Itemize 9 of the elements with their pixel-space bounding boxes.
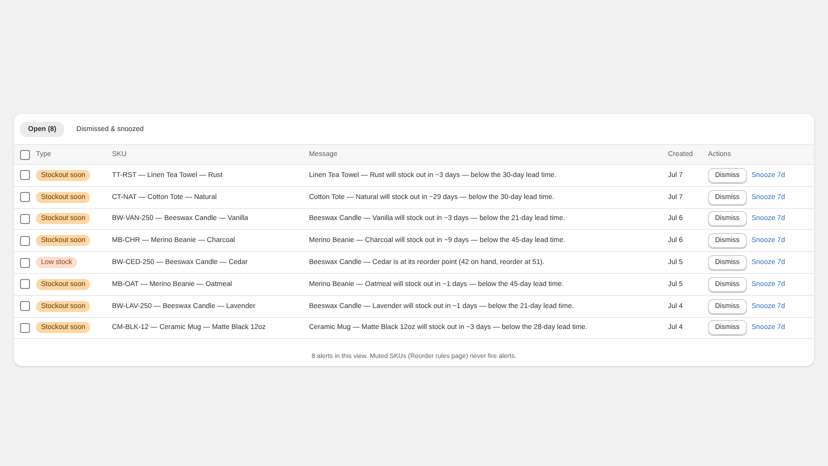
row-checkbox[interactable] [20,236,30,246]
row-checkbox[interactable] [20,322,30,333]
row-checkbox[interactable] [20,301,30,312]
row-checkbox[interactable] [20,258,30,268]
row-checkbox[interactable] [20,279,30,290]
select-all-checkbox[interactable] [20,150,30,160]
row-checkbox[interactable] [20,192,30,202]
row-checkbox[interactable] [20,214,30,224]
row-checkbox[interactable] [20,170,30,180]
